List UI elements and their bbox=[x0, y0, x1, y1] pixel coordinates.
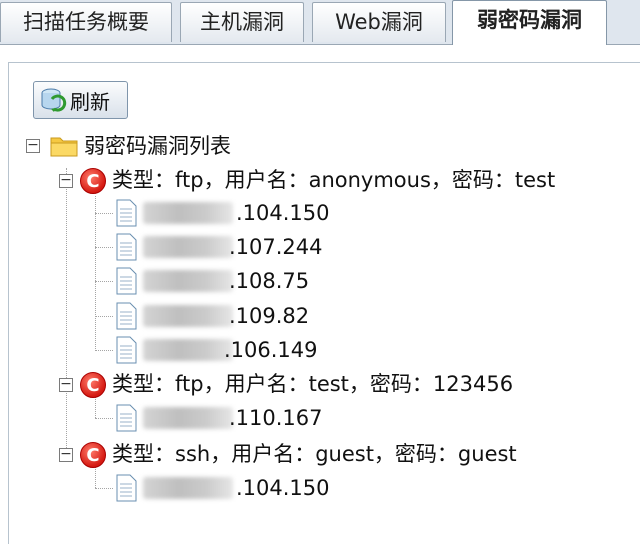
tree-line bbox=[95, 316, 113, 317]
tree-line bbox=[95, 418, 113, 419]
tree-line bbox=[95, 196, 96, 351]
redacted-ip bbox=[143, 270, 233, 292]
document-icon bbox=[116, 199, 137, 227]
tree-root-label[interactable]: 弱密码漏洞列表 bbox=[84, 132, 231, 160]
tree-line bbox=[66, 168, 67, 458]
redacted-ip bbox=[143, 305, 233, 327]
redacted-ip bbox=[143, 202, 233, 224]
group-label[interactable]: 类型：ssh，用户名：guest，密码：guest bbox=[112, 440, 517, 468]
document-icon bbox=[116, 267, 137, 295]
tab-scan-summary[interactable]: 扫描任务概要 bbox=[0, 2, 172, 42]
tab-weak-password-vulns[interactable]: 弱密码漏洞 bbox=[452, 0, 607, 45]
document-icon bbox=[116, 302, 137, 330]
host-ip[interactable]: .104.150 bbox=[236, 474, 330, 502]
document-icon bbox=[116, 233, 137, 261]
collapse-toggle[interactable]: − bbox=[26, 138, 40, 153]
refresh-button[interactable]: 刷新 bbox=[33, 81, 128, 119]
redacted-ip bbox=[143, 407, 233, 429]
document-icon bbox=[116, 474, 137, 502]
tree-line bbox=[95, 247, 113, 248]
tab-bar: 扫描任务概要 主机漏洞 Web漏洞 弱密码漏洞 bbox=[0, 0, 640, 45]
tab-label: 扫描任务概要 bbox=[23, 10, 149, 34]
collapse-toggle[interactable]: − bbox=[59, 173, 73, 188]
group-label[interactable]: 类型：ftp，用户名：anonymous，密码：test bbox=[112, 166, 555, 194]
group-label[interactable]: 类型：ftp，用户名：test，密码：123456 bbox=[112, 370, 513, 398]
c-vuln-icon: C bbox=[80, 442, 106, 468]
document-icon bbox=[116, 336, 137, 364]
host-ip[interactable]: .107.244 bbox=[229, 233, 323, 261]
tab-web-vulns[interactable]: Web漏洞 bbox=[312, 2, 446, 42]
tree-line bbox=[95, 396, 96, 418]
collapse-toggle[interactable]: − bbox=[59, 377, 73, 392]
refresh-label: 刷新 bbox=[70, 89, 110, 114]
host-ip[interactable]: .110.167 bbox=[229, 404, 323, 432]
tab-label: 弱密码漏洞 bbox=[477, 8, 582, 32]
tab-label: 主机漏洞 bbox=[200, 10, 284, 34]
folder-icon bbox=[50, 137, 78, 157]
tree-line bbox=[95, 350, 113, 351]
host-ip[interactable]: .106.149 bbox=[224, 336, 318, 364]
host-ip[interactable]: .109.82 bbox=[229, 302, 309, 330]
tab-label: Web漏洞 bbox=[335, 10, 423, 34]
collapse-toggle[interactable]: − bbox=[59, 447, 73, 462]
document-icon bbox=[116, 404, 137, 432]
host-ip[interactable]: .104.150 bbox=[236, 199, 330, 227]
tree-line bbox=[95, 281, 113, 282]
tree-line bbox=[95, 488, 113, 489]
tree-line bbox=[95, 213, 113, 214]
redacted-ip bbox=[143, 339, 233, 361]
c-vuln-icon: C bbox=[80, 168, 106, 194]
refresh-icon bbox=[41, 88, 67, 112]
tree-line bbox=[95, 466, 96, 488]
redacted-ip bbox=[143, 477, 233, 499]
redacted-ip bbox=[143, 236, 233, 258]
tab-host-vulns[interactable]: 主机漏洞 bbox=[180, 2, 304, 42]
host-ip[interactable]: .108.75 bbox=[229, 267, 309, 295]
c-vuln-icon: C bbox=[80, 372, 106, 398]
